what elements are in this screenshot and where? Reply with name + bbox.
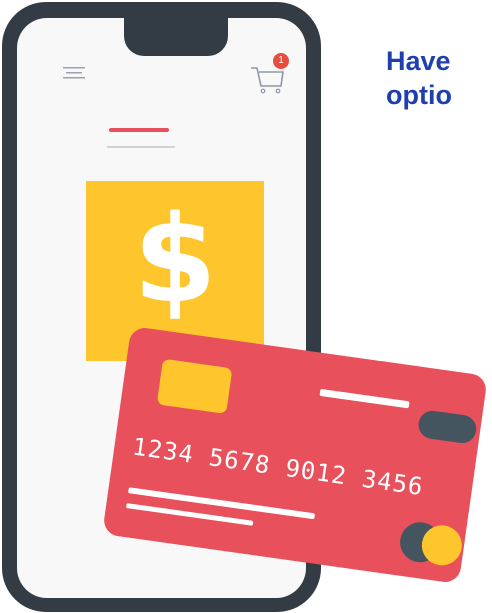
card-number: 1234 5678 9012 3456 [130, 432, 426, 502]
card-brand-logo-icon [397, 519, 466, 569]
headline-line-2: optio [386, 80, 452, 110]
cardholder-name-line [128, 487, 316, 520]
card-contactless-pill [416, 409, 479, 445]
dollar-sign-icon: $ [133, 191, 217, 330]
headline: Have optio [386, 44, 492, 112]
hamburger-menu-icon[interactable] [63, 66, 85, 80]
product-title-placeholder [109, 128, 169, 132]
phone-notch [124, 18, 228, 56]
product-subtitle-placeholder [107, 146, 175, 148]
card-chip [156, 358, 233, 415]
cart-count-badge: 1 [273, 53, 289, 69]
headline-line-1: Have [386, 46, 451, 76]
card-stripe [319, 388, 410, 409]
illustration-canvas: Have optio 1 $ 1234 5678 9012 3456 [0, 0, 492, 613]
